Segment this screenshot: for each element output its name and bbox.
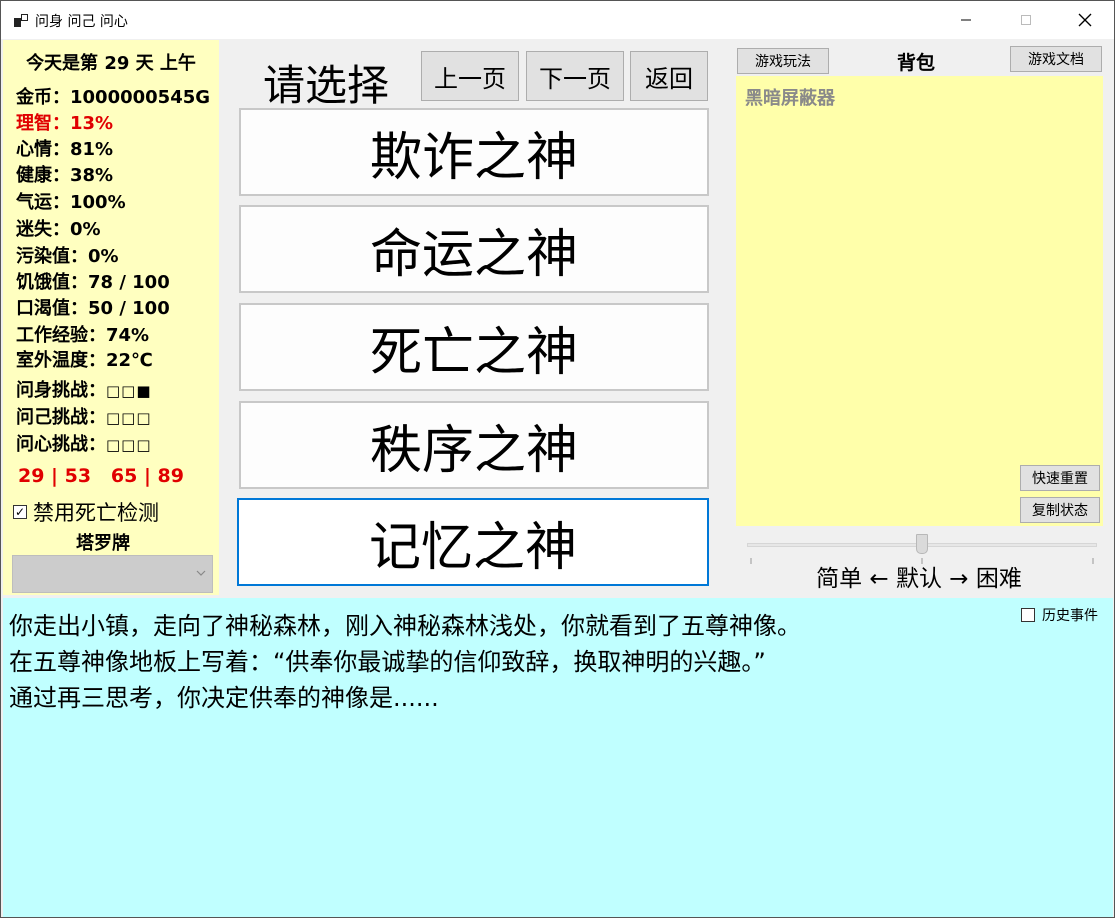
stat-pollution: 污染值：0%: [16, 242, 119, 268]
challenge-label: 问身挑战：: [16, 380, 106, 401]
status-panel: 今天是第 29 天 上午 金币：1000000545G 理智：13% 心情：81…: [3, 40, 219, 595]
story-line: 你走出小镇，走向了神秘森林，刚入神秘森林浅处，你就看到了五尊神像。: [9, 612, 801, 640]
inventory-item[interactable]: 黑暗屏蔽器: [745, 84, 835, 110]
stat-label: 室外温度：: [16, 350, 106, 371]
history-events-label: 历史事件: [1042, 608, 1098, 624]
stat-value: 78 / 100: [88, 272, 170, 293]
stat-value: 81%: [70, 139, 114, 160]
story-line: 通过再三思考，你决定供奉的神像是......: [9, 684, 439, 712]
story-line: 在五尊神像地板上写着：“供奉你最诚挚的信仰致辞，换取神明的兴趣。”: [9, 648, 766, 676]
selection-title: 请选择: [263, 61, 390, 110]
prev-page-button[interactable]: 上一页: [421, 51, 519, 101]
stat-lost: 迷失：0%: [16, 215, 101, 241]
stat-label: 金币：: [16, 87, 70, 108]
history-events-toggle[interactable]: 历史事件: [1021, 605, 1098, 625]
copy-state-button[interactable]: 复制状态: [1020, 497, 1100, 523]
day-indicator: 今天是第 29 天 上午: [26, 53, 196, 74]
stat-label: 迷失：: [16, 219, 70, 240]
stat-value: 13%: [70, 113, 114, 134]
stat-gold: 金币：1000000545G: [16, 83, 210, 109]
inventory-panel: 游戏玩法 背包 游戏文档 黑暗屏蔽器 快速重置 复制状态 简单 ← 默认 → 困…: [724, 40, 1114, 595]
challenge-label: 问心挑战：: [16, 434, 106, 455]
challenge-progress: □□■: [106, 382, 152, 400]
back-button[interactable]: 返回: [630, 51, 708, 101]
stat-label: 气运：: [16, 192, 70, 213]
challenge-self: 问己挑战：□□□: [16, 403, 152, 429]
stat-temperature: 室外温度：22℃: [16, 346, 153, 372]
option-button[interactable]: 记忆之神: [237, 498, 709, 586]
score-line: 29 | 53 65 | 89: [18, 465, 184, 487]
stat-label: 健康：: [16, 165, 70, 186]
challenge-body: 问身挑战：□□■: [16, 376, 152, 402]
stat-value: 22℃: [106, 350, 153, 371]
selection-panel: 请选择 上一页 下一页 返回 欺诈之神 命运之神 死亡之神 秩序之神 记忆之神: [223, 40, 720, 595]
stat-health: 健康：38%: [16, 161, 113, 187]
close-icon: [1078, 13, 1092, 27]
app-icon: [14, 14, 28, 27]
maximize-button[interactable]: [1003, 1, 1049, 39]
option-button[interactable]: 秩序之神: [239, 401, 709, 489]
stat-sanity: 理智：13%: [16, 109, 113, 135]
stat-thirst: 口渴值：50 / 100: [16, 294, 170, 320]
quick-reset-button[interactable]: 快速重置: [1020, 465, 1100, 491]
stat-value: 0%: [70, 219, 101, 240]
minimize-icon: [961, 19, 971, 21]
history-events-checkbox[interactable]: [1021, 608, 1035, 622]
stat-luck: 气运：100%: [16, 188, 126, 214]
how-to-play-button[interactable]: 游戏玩法: [737, 48, 829, 74]
stat-label: 污染值：: [16, 246, 88, 267]
inventory-title: 背包: [896, 52, 935, 74]
disable-death-check-checkbox[interactable]: ✓: [13, 505, 27, 519]
difficulty-slider-thumb[interactable]: [916, 534, 928, 554]
minimize-button[interactable]: [943, 1, 989, 39]
story-text-area: 你走出小镇，走向了神秘森林，刚入神秘森林浅处，你就看到了五尊神像。 在五尊神像地…: [3, 598, 1113, 917]
challenge-progress: □□□: [106, 436, 152, 454]
challenge-heart: 问心挑战：□□□: [16, 430, 152, 456]
tarot-label: 塔罗牌: [76, 533, 130, 554]
stat-mood: 心情：81%: [16, 135, 113, 161]
option-button[interactable]: 命运之神: [239, 205, 709, 293]
next-page-button[interactable]: 下一页: [526, 51, 624, 101]
tarot-select[interactable]: [12, 555, 213, 593]
disable-death-check-toggle[interactable]: ✓ 禁用死亡检测: [13, 497, 159, 527]
option-button[interactable]: 死亡之神: [239, 303, 709, 391]
stat-hunger: 饥饿值：78 / 100: [16, 268, 170, 294]
stat-label: 工作经验：: [16, 325, 106, 346]
window-title: 问身 问己 问心: [35, 14, 128, 30]
maximize-icon: [1021, 15, 1031, 25]
title-bar: 问身 问己 问心: [1, 1, 1114, 39]
chevron-down-icon: [196, 570, 206, 576]
stat-work-exp: 工作经验：74%: [16, 321, 149, 347]
challenge-label: 问己挑战：: [16, 407, 106, 428]
stat-value: 38%: [70, 165, 114, 186]
challenge-progress: □□□: [106, 409, 152, 427]
stat-label: 饥饿值：: [16, 272, 88, 293]
stat-label: 心情：: [16, 139, 70, 160]
stat-value: 1000000545G: [70, 87, 211, 108]
stat-label: 理智：: [16, 113, 70, 134]
game-docs-button[interactable]: 游戏文档: [1010, 46, 1102, 72]
app-window: 问身 问己 问心 今天是第 29 天 上午 金币：1000000545G 理智：…: [0, 0, 1115, 918]
stat-value: 100%: [70, 192, 126, 213]
inventory-list: 黑暗屏蔽器: [736, 76, 1103, 526]
disable-death-check-label: 禁用死亡检测: [33, 501, 159, 525]
difficulty-label: 简单 ← 默认 → 困难: [816, 566, 1022, 592]
stat-label: 口渴值：: [16, 298, 88, 319]
option-button[interactable]: 欺诈之神: [239, 108, 709, 196]
stat-value: 0%: [88, 246, 119, 267]
stat-value: 74%: [106, 325, 150, 346]
close-button[interactable]: [1062, 1, 1108, 39]
stat-value: 50 / 100: [88, 298, 170, 319]
